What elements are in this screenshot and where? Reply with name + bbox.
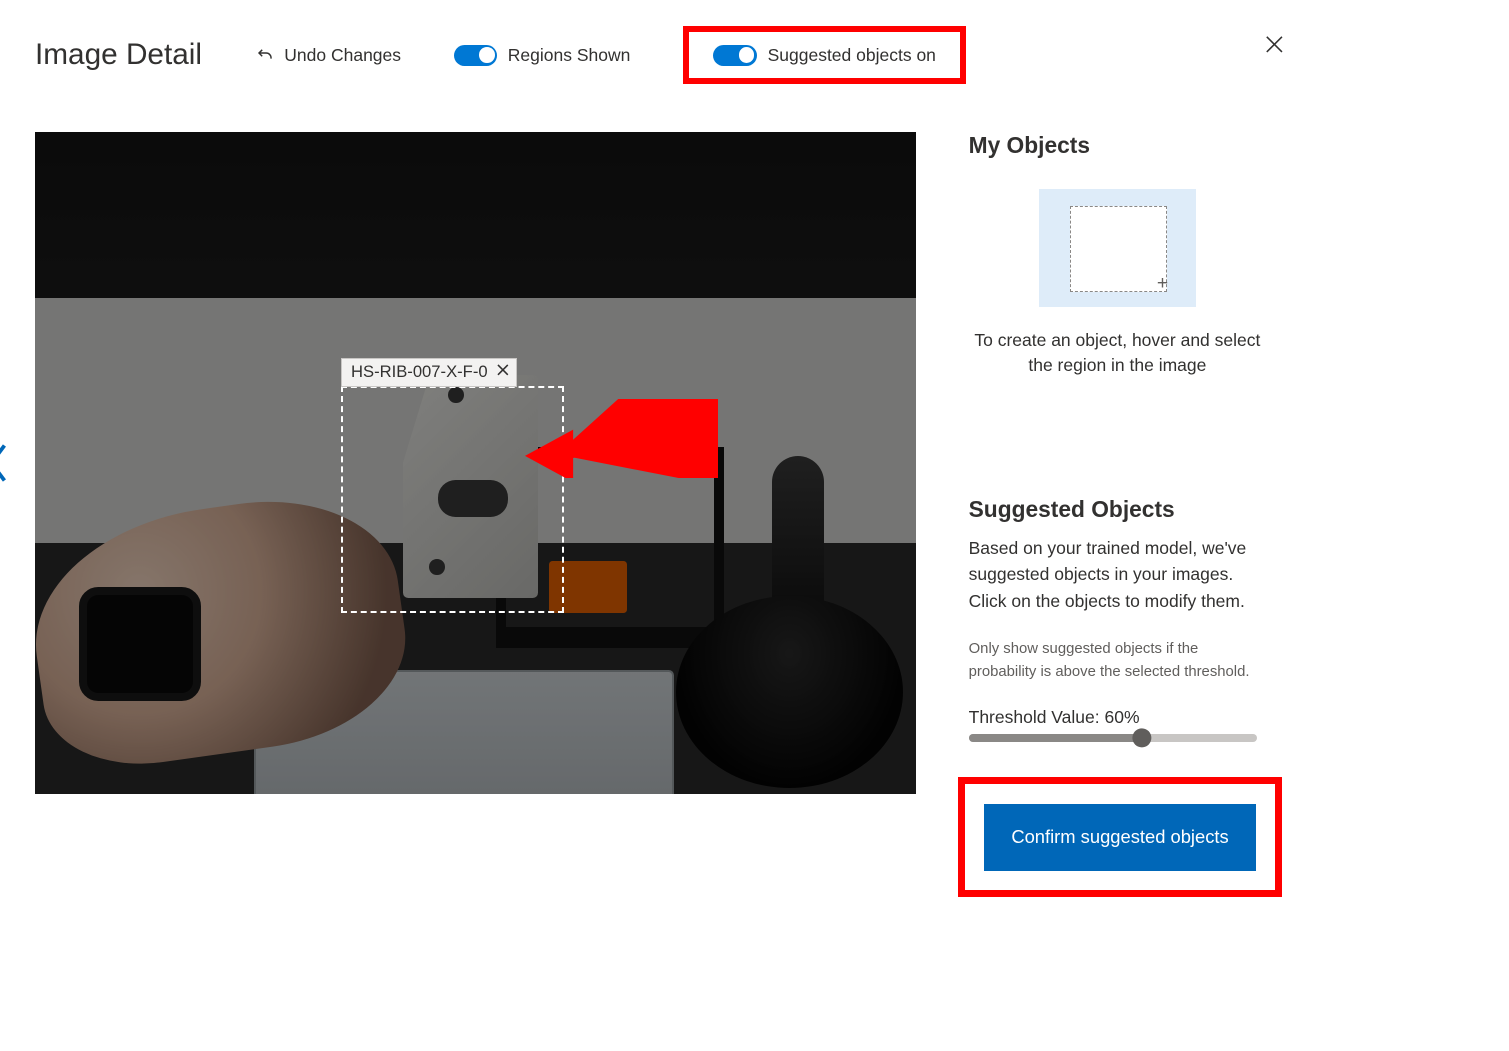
threshold-note: Only show suggested objects if the proba… [969, 638, 1267, 683]
regions-shown-toggle[interactable] [454, 45, 498, 66]
image-canvas[interactable]: HS-RIB-007-X-F-0 [35, 132, 916, 794]
page-title: Image Detail [35, 38, 202, 72]
suggested-objects-toggle[interactable] [713, 45, 757, 66]
prev-image-button[interactable] [0, 441, 12, 485]
regions-shown-label: Regions Shown [508, 45, 631, 66]
main-content: HS-RIB-007-X-F-0 My Objects [35, 132, 1285, 897]
confirm-highlight-box: Confirm suggested objects [958, 777, 1282, 896]
threshold-value-label: Threshold Value: 60% [969, 707, 1267, 728]
threshold-slider-thumb[interactable] [1132, 728, 1151, 747]
image-area: HS-RIB-007-X-F-0 [35, 132, 916, 794]
create-object-tile[interactable] [1039, 189, 1197, 307]
region-label-text: HS-RIB-007-X-F-0 [351, 362, 488, 381]
suggested-objects-label: Suggested objects on [768, 45, 936, 66]
close-button[interactable] [1263, 33, 1286, 56]
undo-icon [255, 45, 274, 64]
suggested-objects-description: Based on your trained model, we've sugge… [969, 535, 1267, 614]
threshold-slider[interactable] [969, 734, 1258, 743]
undo-changes-button[interactable]: Undo Changes [255, 45, 402, 66]
create-object-hint: To create an object, hover and select th… [969, 328, 1267, 379]
suggested-objects-toggle-group: Suggested objects on [683, 26, 967, 84]
suggested-region-label[interactable]: HS-RIB-007-X-F-0 [341, 358, 516, 387]
suggested-region-box[interactable] [341, 386, 564, 614]
suggested-objects-section: Suggested Objects Based on your trained … [969, 496, 1267, 897]
confirm-suggested-objects-button[interactable]: Confirm suggested objects [984, 804, 1255, 871]
suggested-objects-heading: Suggested Objects [969, 496, 1267, 523]
image-detail-header: Image Detail Undo Changes Regions Shown … [35, 26, 1285, 84]
undo-label: Undo Changes [284, 45, 401, 66]
region-remove-button[interactable] [495, 362, 511, 378]
my-objects-heading: My Objects [969, 132, 1267, 159]
side-panel: My Objects To create an object, hover an… [969, 132, 1267, 897]
regions-shown-toggle-group: Regions Shown [454, 45, 631, 66]
